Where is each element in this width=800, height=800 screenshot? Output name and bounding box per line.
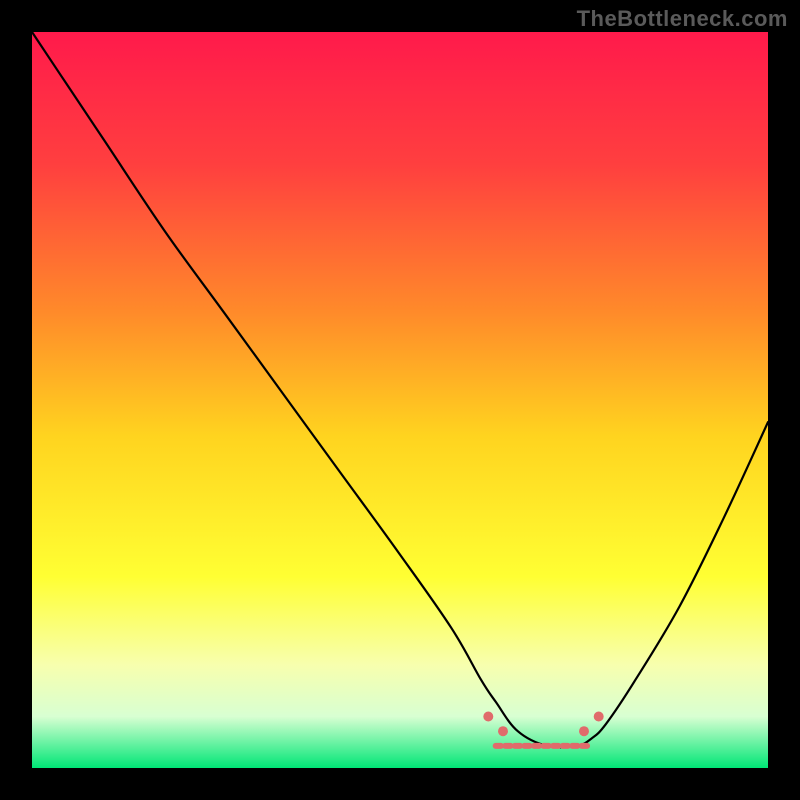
optimal-marker-dot — [594, 712, 604, 722]
optimal-marker-dot — [579, 726, 589, 736]
plot-area — [32, 32, 768, 768]
plot-svg — [32, 32, 768, 768]
optimal-marker-dot — [483, 712, 493, 722]
gradient-background — [32, 32, 768, 768]
watermark-text: TheBottleneck.com — [577, 6, 788, 32]
optimal-marker-dot — [498, 726, 508, 736]
chart-frame: TheBottleneck.com — [0, 0, 800, 800]
